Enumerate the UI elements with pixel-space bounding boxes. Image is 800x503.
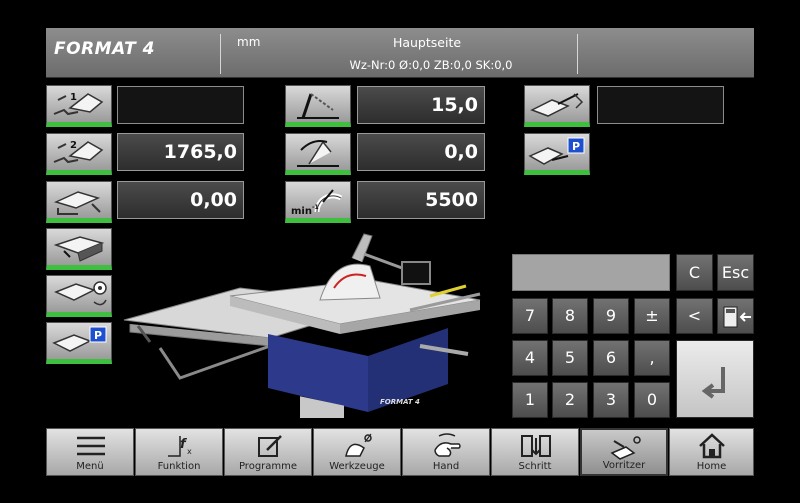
park-position-icon: P (52, 326, 107, 352)
edit-icon (258, 435, 282, 457)
header-divider (220, 34, 221, 74)
key-4[interactable]: 4 (512, 340, 548, 376)
fence1-value-field[interactable] (117, 86, 244, 124)
toolbar-label: Werkzeuge (329, 461, 385, 472)
slide-table-icon (53, 236, 105, 262)
page-title: Hauptseite (392, 35, 462, 50)
toolbar-label: Programme (238, 461, 298, 472)
brand-logo: FORMAT 4 (54, 39, 155, 59)
toolbar-label: Home (696, 461, 727, 472)
toolbar-tools-button[interactable]: Werkzeuge (313, 428, 401, 476)
svg-text:FORMAT 4: FORMAT 4 (380, 398, 420, 406)
height-value-field[interactable]: 0,00 (117, 181, 244, 219)
enter-icon (701, 367, 725, 399)
toolbar-programs-button[interactable]: Programme (224, 428, 312, 476)
key-6[interactable]: 6 (593, 340, 629, 376)
key-comma[interactable]: , (634, 340, 670, 376)
key-9[interactable]: 9 (593, 298, 629, 334)
fence1-icon: 1 (53, 92, 104, 116)
home-icon (699, 433, 725, 459)
svg-text:P: P (94, 329, 102, 342)
svg-text:1: 1 (70, 92, 77, 103)
step-icon (521, 435, 551, 457)
saw-angle-button[interactable] (285, 133, 351, 175)
aux-fence-value-field[interactable] (597, 86, 724, 124)
aux-fence-icon (530, 93, 584, 117)
calculator-button[interactable] (717, 298, 754, 334)
function-icon: f x (168, 436, 192, 457)
speed-value-field[interactable]: 5500 (357, 181, 485, 219)
svg-text:x: x (187, 447, 192, 456)
toolbar-hand-button[interactable]: Hand (402, 428, 490, 476)
toolbar-label: Menü (76, 461, 104, 472)
saw-tilt-button[interactable] (285, 85, 351, 127)
key-1[interactable]: 1 (512, 382, 548, 418)
aux-park-button[interactable]: P (524, 133, 590, 175)
hand-icon (434, 433, 461, 457)
fence2-value-field[interactable]: 1765,0 (117, 133, 244, 171)
enter-button[interactable] (676, 340, 754, 418)
header-divider (577, 34, 578, 74)
clamp-icon (54, 281, 107, 306)
saw-angle-value-field[interactable]: 0,0 (357, 133, 485, 171)
key-escape[interactable]: Esc (717, 254, 754, 291)
aux-fence-button[interactable] (524, 85, 590, 127)
menu-icon (77, 436, 105, 456)
toolbar-step-button[interactable]: Schritt (491, 428, 579, 476)
toolbar-label: Vorritzer (602, 460, 646, 471)
tool-info: Wz-Nr:0 Ø:0,0 ZB:0,0 SK:0,0 (349, 58, 513, 72)
svg-text:2: 2 (70, 140, 77, 151)
saw-angle-icon (297, 140, 339, 167)
svg-text:P: P (572, 140, 580, 153)
toolbar-scoring-button[interactable]: Vorritzer (580, 428, 668, 476)
svg-text:min-1: min-1 (291, 204, 319, 217)
key-3[interactable]: 3 (593, 382, 629, 418)
key-0[interactable]: 0 (634, 382, 670, 418)
saw-tilt-value-field[interactable]: 15,0 (357, 86, 485, 124)
toolbar-menu-button[interactable]: Menü (46, 428, 134, 476)
blade-icon (345, 433, 372, 457)
toolbar-label: Schritt (518, 461, 552, 472)
fence2-button[interactable]: 2 (46, 133, 112, 175)
aux-park-icon: P (528, 137, 585, 165)
key-plus-minus[interactable]: ± (634, 298, 670, 334)
speed-icon: min-1 (291, 189, 343, 217)
speed-button[interactable]: min-1 (285, 181, 351, 223)
key-2[interactable]: 2 (552, 382, 588, 418)
clamp-button[interactable] (46, 275, 112, 317)
toolbar-label: Hand (432, 461, 460, 472)
fence1-button[interactable]: 1 (46, 85, 112, 127)
calculator-icon (723, 306, 751, 328)
slide-table-button[interactable] (46, 228, 112, 270)
key-clear[interactable]: C (676, 254, 713, 291)
key-7[interactable]: 7 (512, 298, 548, 334)
key-5[interactable]: 5 (552, 340, 588, 376)
scoring-icon (610, 436, 641, 460)
saw-machine-image: FORMAT 4 (123, 233, 481, 418)
park-position-button[interactable]: P (46, 322, 112, 364)
toolbar-label: Funktion (157, 461, 201, 472)
unit-label: mm (237, 35, 261, 49)
toolbar-function-button[interactable]: f x Funktion (135, 428, 223, 476)
height-button[interactable] (46, 181, 112, 223)
fence2-icon: 2 (53, 140, 104, 164)
height-icon (53, 191, 101, 215)
key-8[interactable]: 8 (552, 298, 588, 334)
toolbar-home-button[interactable]: Home (669, 428, 754, 476)
header-bar: FORMAT 4 mm Hauptseite Wz-Nr:0 Ø:0,0 ZB:… (46, 28, 754, 78)
saw-tilt-icon (297, 93, 339, 119)
keypad-display (512, 254, 670, 291)
key-backspace[interactable]: < (676, 298, 713, 334)
